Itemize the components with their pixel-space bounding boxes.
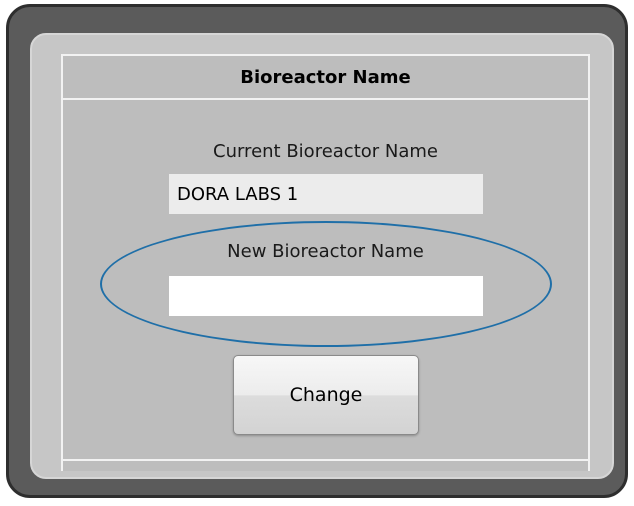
group-title: Bioreactor Name: [63, 54, 588, 100]
new-name-label: New Bioreactor Name: [227, 241, 424, 262]
group-bottom-divider: [63, 459, 588, 461]
new-name-input[interactable]: [169, 276, 483, 316]
bioreactor-name-group: Bioreactor Name Current Bioreactor Name …: [61, 54, 590, 471]
change-button[interactable]: Change: [233, 355, 419, 435]
current-name-label: Current Bioreactor Name: [213, 141, 438, 162]
current-name-field: DORA LABS 1: [169, 174, 483, 214]
